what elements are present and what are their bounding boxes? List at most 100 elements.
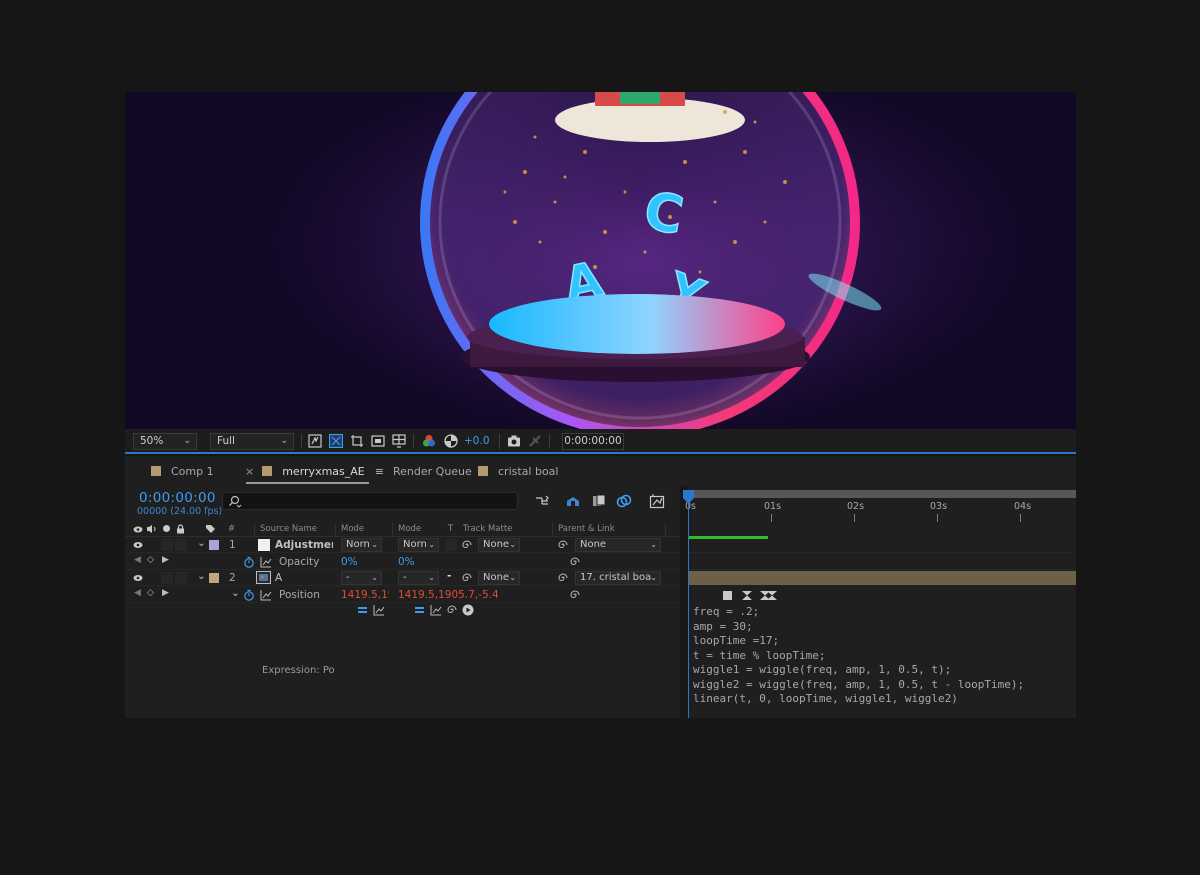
transparency-grid-icon[interactable] xyxy=(329,434,343,448)
camera-snapshot-icon[interactable] xyxy=(507,434,521,448)
solo-toggle[interactable] xyxy=(161,572,173,584)
add-keyframe-icon[interactable]: ◇ xyxy=(147,588,154,598)
expression-graph-icon[interactable] xyxy=(430,604,442,616)
chevron-down-icon: ⌄ xyxy=(428,540,435,549)
parent-pickwhip-icon[interactable] xyxy=(557,572,569,584)
expression-pickwhip-icon[interactable] xyxy=(569,589,581,601)
composition-viewer[interactable]: A C Y xyxy=(125,92,1076,429)
layer-row[interactable]: ⌄ 2 A - ⌄ - ⌄ - None ⌄ 17. cristal boa ⌄ xyxy=(125,570,680,586)
frame-blending-icon[interactable] xyxy=(591,493,607,509)
region-of-interest-icon[interactable] xyxy=(350,434,364,448)
stopwatch-icon[interactable] xyxy=(243,589,255,601)
parent-select[interactable]: None ⌄ xyxy=(575,538,661,552)
lock-toggle[interactable] xyxy=(175,539,187,551)
tab-cristal-boal[interactable]: cristal boal xyxy=(478,465,558,478)
layer-track[interactable] xyxy=(688,537,1076,553)
property-name: Position xyxy=(279,589,320,601)
layer-index: 1 xyxy=(229,539,236,551)
playhead-line[interactable] xyxy=(688,492,689,718)
stopwatch-icon[interactable] xyxy=(243,556,255,568)
blend-mode-select[interactable]: Norn ⌄ xyxy=(398,538,439,552)
draft-3d-icon[interactable] xyxy=(565,493,581,509)
zoom-select[interactable]: 50% ⌄ xyxy=(133,433,197,450)
chevron-down-icon: ⌄ xyxy=(280,436,288,446)
track-matte-select[interactable]: None ⌄ xyxy=(478,571,520,585)
exposure-value[interactable]: +0.0 xyxy=(464,435,490,447)
blend-mode-value: Norn xyxy=(346,539,370,550)
current-time-indicator[interactable] xyxy=(683,490,694,504)
eye-icon[interactable] xyxy=(133,541,143,549)
preserve-transparency-toggle[interactable]: - xyxy=(447,570,451,582)
expression-label: Expression: Po xyxy=(262,665,335,676)
reset-exposure-icon[interactable] xyxy=(444,434,458,448)
next-keyframe-icon[interactable]: ▶ xyxy=(162,588,169,598)
previous-keyframe-icon[interactable]: ◀ xyxy=(134,555,141,565)
panel-menu-icon[interactable]: ≡ xyxy=(375,465,384,478)
opacity-value[interactable]: 0% xyxy=(398,556,415,568)
tab-merryxmas-ae[interactable]: × merryxmas_AE ≡ xyxy=(245,465,384,478)
parent-pickwhip-icon[interactable] xyxy=(557,539,569,551)
layer-name[interactable]: Adjustment xyxy=(275,539,333,551)
blend-mode-select[interactable]: Norn ⌄ xyxy=(341,538,382,552)
column-track-matte: Track Matte xyxy=(463,524,513,534)
tab-comp-1[interactable]: Comp 1 xyxy=(151,465,214,478)
eye-icon[interactable] xyxy=(133,574,143,582)
tab-render-queue[interactable]: Render Queue xyxy=(393,465,472,478)
graph-icon[interactable] xyxy=(260,589,272,601)
position-value[interactable]: 1419.5,1905.7,-5.4 xyxy=(398,589,499,601)
tick-mark xyxy=(771,514,772,522)
add-keyframe-icon[interactable]: ◇ xyxy=(147,555,154,565)
pickwhip-icon[interactable] xyxy=(461,572,473,584)
mask-visibility-icon[interactable] xyxy=(371,434,385,448)
property-row[interactable]: ◀ ◇ ▶ Opacity 0% 0% xyxy=(125,554,680,570)
expression-pickwhip-icon[interactable] xyxy=(569,556,581,568)
preserve-transparency-toggle[interactable] xyxy=(445,539,457,551)
chevron-down-icon[interactable]: ⌄ xyxy=(197,570,206,582)
graph-editor-icon[interactable] xyxy=(649,493,665,509)
expression-language-menu-icon[interactable] xyxy=(462,604,474,616)
label-color-swatch[interactable] xyxy=(209,540,219,550)
position-value[interactable]: 1419.5,190 xyxy=(341,589,389,601)
composition-mini-flowchart-icon[interactable] xyxy=(534,493,550,509)
close-icon[interactable]: × xyxy=(245,465,254,478)
layer-search-input[interactable] xyxy=(222,492,518,510)
position-xy: 1419.5,1905.7, xyxy=(398,589,479,601)
chevron-down-icon[interactable]: ⌄ xyxy=(231,587,240,599)
blend-mode-select[interactable]: - ⌄ xyxy=(398,571,439,585)
expression-enable-icon[interactable] xyxy=(414,605,425,615)
time-ruler[interactable]: 0s 01s 02s 03s 04s xyxy=(685,490,1076,540)
layer-name[interactable]: A xyxy=(275,572,282,584)
column-source-name: Source Name xyxy=(260,524,317,534)
next-keyframe-icon[interactable]: ▶ xyxy=(162,555,169,565)
expression-pickwhip-icon[interactable] xyxy=(446,604,458,616)
resolution-select[interactable]: Full ⌄ xyxy=(210,433,294,450)
layer-row[interactable]: ⌄ 1 Adjustment Norn⌄ Norn⌄ None⌄ None⌄ xyxy=(125,537,680,553)
current-time-display[interactable]: 0:00:00:00 xyxy=(139,490,216,506)
expression-enable-icon[interactable] xyxy=(357,605,368,615)
track-matte-value: None xyxy=(483,572,510,583)
solo-toggle[interactable] xyxy=(161,539,173,551)
rgb-channels-icon[interactable] xyxy=(422,434,436,448)
graph-icon[interactable] xyxy=(260,556,272,568)
time-navigator[interactable] xyxy=(685,490,1076,498)
lock-toggle[interactable] xyxy=(175,572,187,584)
expression-editor[interactable]: freq = .2; amp = 30; loopTime =17; t = t… xyxy=(693,605,1024,707)
guides-options-icon[interactable] xyxy=(392,434,406,448)
property-row[interactable]: ◀ ◇ ▶ ⌄ Position 1419.5,190 1419.5,1905.… xyxy=(125,587,680,603)
parent-select[interactable]: 17. cristal boa ⌄ xyxy=(575,571,661,585)
blend-mode-select[interactable]: - ⌄ xyxy=(341,571,382,585)
pickwhip-icon[interactable] xyxy=(461,539,473,551)
motion-blur-icon[interactable] xyxy=(616,493,632,509)
viewer-timecode[interactable]: 0:00:00:00 xyxy=(562,433,624,450)
show-snapshot-icon[interactable] xyxy=(528,434,542,448)
previous-keyframe-icon[interactable]: ◀ xyxy=(134,588,141,598)
track-matte-select[interactable]: None ⌄ xyxy=(478,538,520,552)
chevron-down-icon[interactable]: ⌄ xyxy=(197,537,206,549)
fast-previews-icon[interactable] xyxy=(308,434,322,448)
layer-duration-bar[interactable] xyxy=(688,571,1076,585)
chevron-down-icon: ⌄ xyxy=(183,436,191,446)
label-color-swatch[interactable] xyxy=(209,573,219,583)
opacity-value[interactable]: 0% xyxy=(341,556,358,568)
divider xyxy=(254,523,255,536)
expression-graph-icon[interactable] xyxy=(373,604,385,616)
